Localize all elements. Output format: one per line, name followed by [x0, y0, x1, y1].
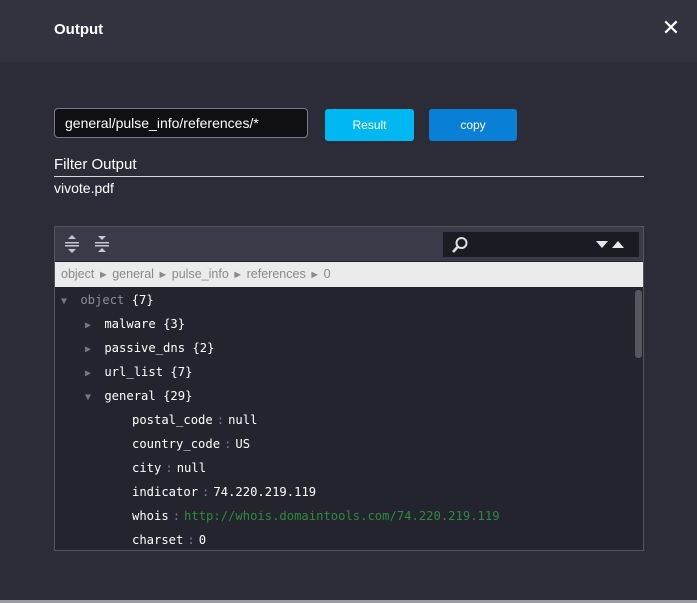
filter-output-label: Filter Output	[54, 156, 137, 173]
result-button[interactable]: Result	[325, 109, 414, 141]
tree-field-charset[interactable]: charset:0	[132, 528, 206, 550]
breadcrumb-item-index[interactable]: 0	[324, 267, 331, 281]
breadcrumb-separator-icon: ►	[97, 269, 109, 281]
node-key: url_list	[104, 365, 164, 379]
field-key: city	[132, 461, 162, 475]
filter-output-value: vivote.pdf	[54, 180, 114, 196]
breadcrumb-item-general[interactable]: general	[112, 267, 154, 281]
field-key: country_code	[132, 437, 221, 451]
caret-right-icon[interactable]: ▶	[85, 314, 97, 338]
caret-down-icon[interactable]: ▼	[61, 290, 73, 314]
divider	[54, 176, 644, 177]
search-input[interactable]	[473, 235, 587, 256]
field-separator: :	[187, 533, 195, 547]
field-key: postal_code	[132, 413, 213, 427]
field-value: null	[176, 461, 207, 475]
tree-node-passive-dns[interactable]: ▶ passive_dns {2}	[85, 336, 214, 360]
field-key: whois	[132, 509, 169, 523]
dialog-header: Output ✕	[0, 0, 697, 62]
breadcrumb-item-pulse-info[interactable]: pulse_info	[172, 267, 229, 281]
close-icon[interactable]: ✕	[659, 16, 683, 40]
node-key: general	[104, 389, 156, 403]
field-key: charset	[132, 533, 184, 547]
tree-field-whois[interactable]: whois: http://whois.domaintools.com/74.22…	[132, 504, 500, 528]
caret-right-icon[interactable]: ▶	[85, 338, 97, 362]
collapse-all-icon[interactable]	[93, 234, 111, 254]
search-icon	[452, 237, 468, 253]
node-key: object	[80, 293, 125, 307]
field-separator: :	[172, 509, 181, 523]
tree-field-city[interactable]: city: null	[132, 456, 206, 480]
field-separator: :	[202, 485, 210, 499]
search-box	[443, 232, 639, 257]
breadcrumb-separator-icon: ►	[232, 269, 244, 281]
field-separator: :	[165, 461, 173, 475]
breadcrumb-item-references[interactable]: references	[247, 267, 306, 281]
whois-link[interactable]: http://whois.domaintools.com/74.220.219.…	[184, 509, 500, 523]
node-count: {3}	[163, 317, 186, 331]
breadcrumb: object ► general ► pulse_info ► referenc…	[55, 262, 643, 287]
tree-field-postal-code[interactable]: postal_code: null	[132, 408, 257, 432]
tree-field-country-code[interactable]: country_code: US	[132, 432, 250, 456]
tree-scrollbar[interactable]	[633, 288, 643, 550]
expand-all-icon[interactable]	[63, 234, 81, 254]
viewer-toolbar	[55, 227, 643, 261]
field-value: US	[235, 437, 251, 451]
tree-field-indicator[interactable]: indicator:74.220.219.119	[132, 480, 316, 504]
tree-node-malware[interactable]: ▶ malware {3}	[85, 312, 185, 336]
breadcrumb-separator-icon: ►	[157, 269, 169, 281]
node-key: passive_dns	[104, 341, 186, 355]
breadcrumb-item-object[interactable]: object	[61, 267, 94, 281]
field-value: null	[228, 413, 258, 427]
field-value: 74.220.219.119	[213, 485, 317, 499]
node-count: {29}	[163, 389, 193, 403]
field-key: indicator	[132, 485, 199, 499]
field-separator: :	[216, 413, 225, 427]
scrollbar-thumb[interactable]	[635, 290, 642, 358]
caret-down-icon[interactable]: ▼	[85, 386, 97, 410]
node-count: {7}	[131, 293, 154, 307]
node-count: {2}	[192, 341, 215, 355]
search-previous-icon[interactable]	[611, 239, 625, 249]
node-count: {7}	[170, 365, 193, 379]
caret-right-icon[interactable]: ▶	[85, 362, 97, 386]
tree-node-general[interactable]: ▼ general {29}	[85, 384, 192, 408]
copy-button[interactable]: copy	[429, 109, 517, 141]
field-separator: :	[224, 437, 232, 451]
path-input[interactable]	[54, 108, 308, 138]
node-key: malware	[104, 317, 156, 331]
json-tree: ▼ object {7} ▶ malware {3} ▶ passive_dns…	[55, 288, 635, 550]
breadcrumb-separator-icon: ►	[309, 269, 321, 281]
tree-node-root[interactable]: ▼ object {7}	[61, 288, 154, 312]
tree-node-url-list[interactable]: ▶ url_list {7}	[85, 360, 192, 384]
field-value: 0	[198, 533, 207, 547]
json-viewer: object ► general ► pulse_info ► referenc…	[54, 226, 644, 551]
search-next-icon[interactable]	[595, 239, 609, 249]
output-dialog: Output ✕ Result copy Filter Output vivot…	[0, 0, 697, 600]
dialog-title: Output	[54, 21, 104, 38]
